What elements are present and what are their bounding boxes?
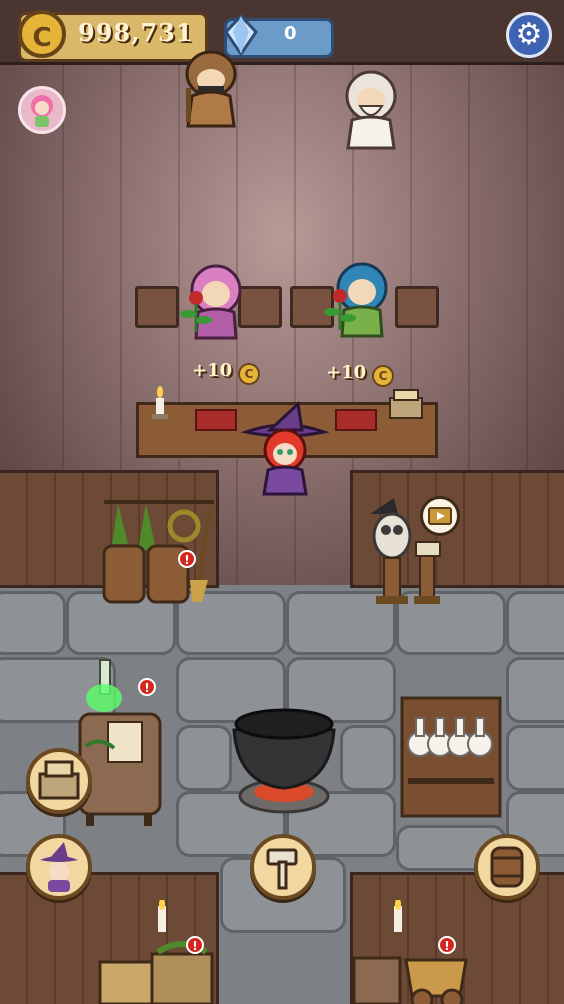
pink-haired-girl-avatar-icon [31,95,53,127]
settings-button[interactable]: ⚙ [506,12,552,58]
waiting-bench [135,286,179,328]
storage-button[interactable] [474,834,540,900]
witch-shopkeeper[interactable] [240,400,330,496]
gem-count: 0 [284,23,297,44]
coin-icon: C [238,363,260,385]
coin-count: 998,731 [78,18,194,47]
hammer-icon [266,848,298,890]
alert-badge[interactable]: ! [438,936,456,954]
herb-barrel-station[interactable] [98,494,222,606]
cauldron[interactable] [226,700,342,816]
income-popup: +10 [326,362,367,383]
video-ad-icon [428,507,452,525]
old-bearded-customer[interactable] [338,68,404,150]
game-screen: C 998,731 0 ⚙ +10 C +10 C ! ! ! ! [0,0,564,1004]
avatar-button[interactable] [18,86,66,134]
potion-bottle-rack[interactable] [398,694,504,820]
cash-register-icon [38,760,80,800]
counter-mat [335,409,377,431]
alert-badge[interactable]: ! [178,550,196,568]
ingredient-cart[interactable] [350,900,480,1004]
income-popup: +10 [192,360,233,381]
teal-haired-customer[interactable] [322,260,392,340]
coin-icon: C [18,10,66,58]
gear-icon: ⚙ [515,17,543,52]
barrel-icon [490,846,524,888]
pink-haired-customer[interactable] [178,262,248,342]
cash-register-icon [389,389,423,419]
candle-icon [152,386,168,419]
cash-register-button[interactable] [26,748,92,814]
video-ad-button[interactable] [420,496,460,536]
brown-hooded-customer[interactable] [180,48,242,128]
waiting-bench [395,286,439,328]
counter-mat [195,409,237,431]
witch-icon [40,842,78,892]
alert-badge[interactable]: ! [186,936,204,954]
alert-badge[interactable]: ! [138,678,156,696]
coin-icon: C [372,365,394,387]
build-button[interactable] [250,834,316,900]
witch-character-button[interactable] [26,834,92,900]
